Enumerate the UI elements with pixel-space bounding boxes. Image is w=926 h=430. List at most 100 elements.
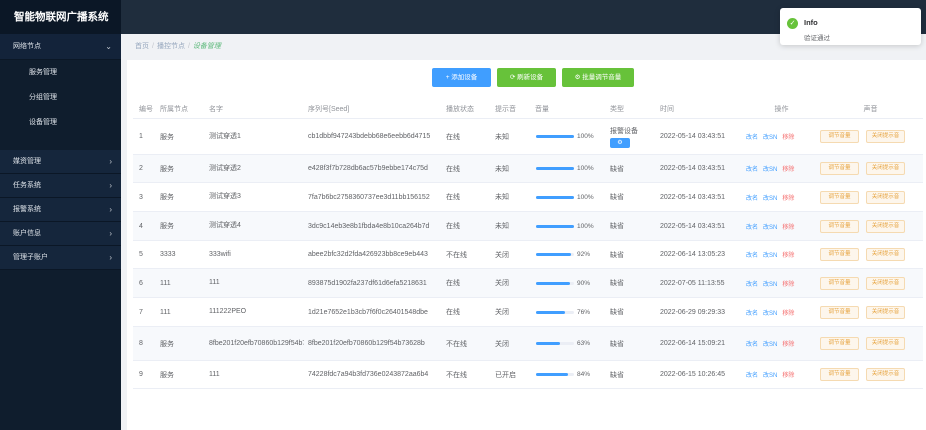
cell-sound: 调节音量 关闭提示音 — [818, 298, 923, 326]
table-body: 1 服务 测试穿透1 cb1dbbf947243bdebb68e6eebb6d4715… — [133, 119, 923, 389]
volume-percent: 84% — [577, 371, 591, 378]
volume-percent: 76% — [577, 308, 591, 316]
adjust-volume-button[interactable]: 调节音量 — [820, 368, 859, 381]
rename-link[interactable]: 改名 — [746, 308, 758, 317]
rename-link[interactable]: 改名 — [746, 132, 758, 141]
cell-time: 2022-06-14 13:05:23 — [660, 251, 725, 258]
sidebar-item-subaccount[interactable]: 管理子账户 › — [0, 246, 121, 270]
sidebar-item-network-nodes[interactable]: 网络节点 ⌄ — [0, 34, 121, 60]
sidebar-subitem-group[interactable]: 分组管理 — [0, 85, 121, 110]
info-toast: ✓ Info 验证通过 — [780, 8, 921, 45]
change-sn-link[interactable]: 改SN — [763, 222, 777, 231]
cell-name: 111 — [209, 370, 220, 378]
adjust-volume-button[interactable]: 调节音量 — [820, 190, 859, 204]
adjust-volume-button[interactable]: 调节音量 — [820, 130, 859, 143]
volume-bar — [536, 195, 574, 199]
remove-link[interactable]: 移除 — [782, 308, 794, 317]
cell-no: 9 — [139, 371, 143, 378]
batch-volume-button[interactable]: ⚙ 批量调节音量 — [562, 68, 634, 87]
cell-ops: 改名 改SN 移除 — [746, 155, 817, 182]
rename-link[interactable]: 改名 — [746, 222, 758, 231]
remove-link[interactable]: 移除 — [782, 370, 794, 379]
close-tone-button[interactable]: 关闭提示音 — [866, 130, 905, 143]
close-tone-button[interactable]: 关闭提示音 — [866, 219, 905, 233]
cell-type: 报警设备 ⚙ — [610, 119, 660, 154]
change-sn-link[interactable]: 改SN — [763, 193, 777, 202]
adjust-volume-button[interactable]: 调节音量 — [820, 248, 859, 261]
cell-node: 服务 — [160, 194, 174, 201]
breadcrumb-home[interactable]: 首页 — [135, 43, 149, 50]
sidebar-item-media[interactable]: 媒资管理 › — [0, 150, 121, 174]
remove-link[interactable]: 移除 — [782, 339, 794, 348]
table-header: 编号 所属节点 名字 序列号[Seed] 播放状态 提示音 音量 类型 时间 操… — [133, 99, 923, 119]
cell-volume: 84% — [535, 361, 609, 388]
change-sn-link[interactable]: 改SN — [763, 339, 777, 348]
change-sn-link[interactable]: 改SN — [763, 164, 777, 173]
change-sn-link[interactable]: 改SN — [763, 370, 777, 379]
change-sn-link[interactable]: 改SN — [763, 308, 777, 317]
change-sn-link[interactable]: 改SN — [763, 250, 777, 259]
cell-node: 服务 — [160, 340, 174, 348]
cell-time: 2022-05-14 03:43:51 — [660, 222, 725, 230]
volume-bar — [536, 310, 574, 314]
chevron-right-icon: › — [109, 205, 112, 214]
close-tone-button[interactable]: 关闭提示音 — [866, 162, 905, 175]
cell-online: 在线 — [446, 223, 460, 230]
close-tone-button[interactable]: 关闭提示音 — [866, 337, 905, 350]
rename-link[interactable]: 改名 — [746, 193, 758, 202]
table-row: 1 服务 测试穿透1 cb1dbbf947243bdebb68e6eebb6d4715… — [133, 119, 923, 155]
remove-link[interactable]: 移除 — [782, 164, 794, 173]
close-tone-button[interactable]: 关闭提示音 — [866, 368, 905, 381]
breadcrumb-parent[interactable]: 播控节点 — [157, 43, 185, 50]
sidebar-subitem-service[interactable]: 服务管理 — [0, 60, 121, 85]
cell-ops: 改名 改SN 移除 — [746, 212, 817, 240]
cell-volume: 100% — [535, 119, 609, 154]
cell-name: 111 — [209, 279, 220, 286]
rename-link[interactable]: 改名 — [746, 370, 758, 379]
close-tone-button[interactable]: 关闭提示音 — [866, 190, 905, 204]
cell-name: 测试穿透3 — [209, 193, 241, 200]
cell-type: 缺省 — [610, 340, 624, 348]
close-tone-button[interactable]: 关闭提示音 — [866, 248, 905, 261]
cell-online: 在线 — [446, 309, 460, 316]
adjust-volume-button[interactable]: 调节音量 — [820, 219, 859, 233]
sidebar-subitem-device[interactable]: 设备管理 — [0, 110, 121, 135]
close-tone-button[interactable]: 关闭提示音 — [866, 276, 905, 290]
cell-online: 不在线 — [446, 251, 467, 259]
adjust-volume-button[interactable]: 调节音量 — [820, 305, 859, 319]
cell-sound: 调节音量 关闭提示音 — [818, 183, 923, 211]
add-device-button[interactable]: + 添加设备 — [432, 68, 491, 87]
change-sn-link[interactable]: 改SN — [763, 132, 777, 141]
cell-volume: 63% — [535, 327, 609, 360]
remove-link[interactable]: 移除 — [782, 132, 794, 141]
rename-link[interactable]: 改名 — [746, 164, 758, 173]
sidebar-item-alarm[interactable]: 报警系统 › — [0, 198, 121, 222]
chevron-right-icon: › — [109, 157, 112, 166]
sidebar: 智能物联网广播系统 网络节点 ⌄ 服务管理 分组管理 设备管理 媒资管理 › 任务… — [0, 0, 121, 430]
sidebar-item-task[interactable]: 任务系统 › — [0, 174, 121, 198]
sidebar-item-account[interactable]: 账户信息 › — [0, 222, 121, 246]
volume-bar — [536, 224, 574, 228]
remove-link[interactable]: 移除 — [782, 222, 794, 231]
refresh-devices-button[interactable]: ⟳ 刷新设备 — [497, 68, 556, 87]
col-sn: 序列号[Seed] — [308, 105, 350, 113]
adjust-volume-button[interactable]: 调节音量 — [820, 276, 859, 290]
rename-link[interactable]: 改名 — [746, 250, 758, 259]
cell-sn: e428f3f7b728db6ac57b9ebbe174c75d — [308, 165, 428, 172]
remove-link[interactable]: 移除 — [782, 250, 794, 259]
close-tone-button[interactable]: 关闭提示音 — [866, 305, 905, 319]
adjust-volume-button[interactable]: 调节音量 — [820, 337, 859, 350]
cell-type: 缺省 — [610, 223, 624, 230]
cell-sound: 调节音量 关闭提示音 — [818, 269, 923, 297]
adjust-volume-button[interactable]: 调节音量 — [820, 162, 859, 175]
rename-link[interactable]: 改名 — [746, 279, 758, 288]
remove-link[interactable]: 移除 — [782, 193, 794, 202]
rename-link[interactable]: 改名 — [746, 339, 758, 348]
change-sn-link[interactable]: 改SN — [763, 279, 777, 288]
cell-sn: 1d21e7652e1b3cb7f6f0c26401548dbe — [308, 308, 428, 316]
table-row: 8 服务 8fbe201f20efb70860b129f54b73628b 8fbe2… — [133, 327, 923, 361]
volume-bar-fill — [536, 281, 571, 285]
volume-percent: 92% — [577, 251, 591, 258]
alarm-settings-button[interactable]: ⚙ — [610, 137, 630, 148]
remove-link[interactable]: 移除 — [782, 279, 794, 288]
